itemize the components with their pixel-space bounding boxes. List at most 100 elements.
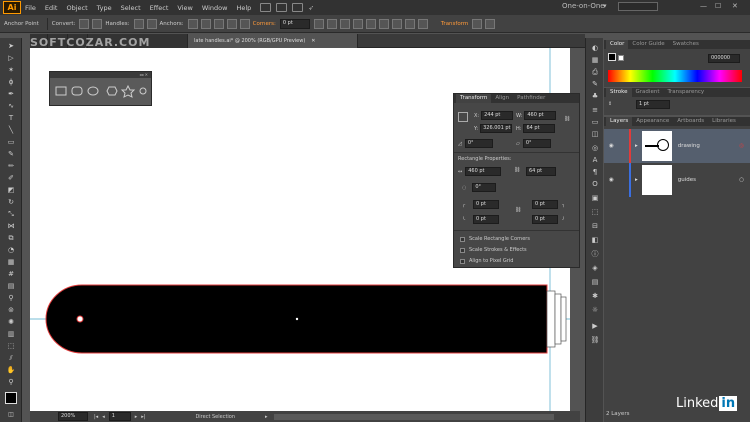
gradient-tool-icon[interactable]: ▤ xyxy=(5,282,17,291)
direct-selection-tool-icon[interactable]: ▷ xyxy=(5,54,17,63)
close-icon[interactable]: ✕ xyxy=(732,2,738,10)
menu-view[interactable]: View xyxy=(177,4,192,12)
rotate-tool-icon[interactable]: ↻ xyxy=(5,198,17,207)
workspace-dropdown-icon[interactable]: ▾ xyxy=(603,2,607,10)
tab-libraries[interactable]: Libraries xyxy=(708,117,740,126)
prev-artboard-icon[interactable]: ◂ xyxy=(102,414,105,420)
color-spectrum[interactable] xyxy=(608,70,742,82)
search-stock-input[interactable] xyxy=(618,2,658,11)
pen-tool-icon[interactable]: ✒ xyxy=(5,90,17,99)
curvature-tool-icon[interactable]: ∿ xyxy=(5,102,17,111)
remove-anchor-icon[interactable] xyxy=(187,18,198,29)
line-tool-icon[interactable]: ╲ xyxy=(5,126,17,135)
gradient-panel-icon[interactable]: ▭ xyxy=(590,118,600,127)
reference-point-icon[interactable] xyxy=(458,112,468,122)
graph-tool-icon[interactable]: ▥ xyxy=(5,330,17,339)
tab-swatches[interactable]: Swatches xyxy=(669,40,703,49)
corner-br-input[interactable]: 0 pt xyxy=(532,215,558,224)
distribute-space-icon[interactable] xyxy=(417,18,428,29)
distribute-icon[interactable] xyxy=(404,18,415,29)
status-menu-icon[interactable]: ▸ xyxy=(265,414,268,420)
appearance-panel-icon[interactable]: ◎ xyxy=(590,144,600,153)
lasso-icon[interactable]: ϕ xyxy=(5,78,17,87)
target-selection-icon[interactable]: ◎ xyxy=(739,143,744,149)
hand-tool-icon[interactable]: ✋ xyxy=(5,366,17,375)
layer-name[interactable]: guides xyxy=(678,177,696,183)
rect-link-icon[interactable]: ⛓ xyxy=(514,167,520,173)
paragraph-panel-icon[interactable]: ¶ xyxy=(590,168,600,177)
free-transform-icon[interactable]: ⧉ xyxy=(5,234,17,243)
blend-tool-icon[interactable]: ⊚ xyxy=(5,306,17,315)
panel-menu-icon[interactable] xyxy=(485,18,496,29)
flare-tool-icon[interactable] xyxy=(139,87,147,95)
hex-input[interactable]: 000000 xyxy=(708,54,740,63)
scale-corners-checkbox[interactable] xyxy=(460,236,465,242)
eraser-icon[interactable]: ◩ xyxy=(5,186,17,195)
paintbrush-icon[interactable]: ✎ xyxy=(5,150,17,159)
artboard-number-field[interactable]: 1 xyxy=(108,412,131,421)
cut-path-icon[interactable] xyxy=(213,18,224,29)
swatches-panel-icon[interactable]: ▦ xyxy=(590,56,600,65)
tab-transform[interactable]: Transform xyxy=(456,94,492,103)
w-input[interactable]: 460 pt xyxy=(524,111,557,120)
menu-help[interactable]: Help xyxy=(236,4,251,12)
layers-panel-icon[interactable]: ◈ xyxy=(590,264,600,273)
isolate-icon[interactable] xyxy=(226,18,237,29)
tab-gradient[interactable]: Gradient xyxy=(632,88,664,97)
rounded-rectangle-tool-icon[interactable] xyxy=(71,86,83,96)
blob-brush-icon[interactable]: ✐ xyxy=(5,174,17,183)
perspective-grid-icon[interactable]: ▦ xyxy=(5,258,17,267)
horizontal-scrollbar[interactable] xyxy=(273,413,554,420)
target-icon[interactable]: ○ xyxy=(739,177,744,183)
symbols-panel-icon[interactable]: ♣ xyxy=(590,92,600,101)
tab-layers[interactable]: Layers xyxy=(606,117,633,126)
opentype-panel-icon[interactable]: O xyxy=(590,180,600,189)
stroke-panel-icon[interactable]: ≡ xyxy=(590,106,600,115)
pencil-icon[interactable]: ✏ xyxy=(5,162,17,171)
rect-angle-input[interactable]: 0° xyxy=(472,183,497,192)
h-input[interactable]: 64 pt xyxy=(523,124,556,133)
align-bottom-icon[interactable] xyxy=(391,18,402,29)
magic-wand-icon[interactable]: ✶ xyxy=(5,66,17,75)
tab-color[interactable]: Color xyxy=(606,40,629,49)
align-icon[interactable] xyxy=(239,18,250,29)
info-panel-icon[interactable]: ⓘ xyxy=(590,250,600,259)
artboard-tool-icon[interactable]: ⬚ xyxy=(5,342,17,351)
pathfinder-panel-icon[interactable]: ◧ xyxy=(590,236,600,245)
brushes-panel-icon[interactable]: ✎ xyxy=(590,80,600,89)
align-panel-icon[interactable]: ⊟ xyxy=(590,222,600,231)
corner-tr-input[interactable]: 0 pt xyxy=(532,200,558,209)
align-top-icon[interactable] xyxy=(365,18,376,29)
rectangle-shape-tool-icon[interactable] xyxy=(55,86,67,96)
asset-export-icon[interactable]: ✱ xyxy=(590,292,600,301)
navigator-icon[interactable]: ☼ xyxy=(590,306,600,315)
doc-tab-active[interactable]: late handles.ai* @ 200% (RGB/GPU Preview… xyxy=(188,34,358,48)
draw-mode-icon[interactable]: ◫ xyxy=(5,410,17,419)
y-input[interactable]: 326.001 pt xyxy=(480,124,513,133)
slice-tool-icon[interactable]: ⫽ xyxy=(5,354,17,363)
first-artboard-icon[interactable]: |◂ xyxy=(94,414,98,420)
tab-color-guide[interactable]: Color Guide xyxy=(628,40,668,49)
workspace-switcher[interactable]: One-on-One xyxy=(562,2,605,10)
constrain-proportions-icon[interactable]: ⛓ xyxy=(564,116,570,122)
menu-file[interactable]: File xyxy=(25,4,36,12)
bridge-icon[interactable] xyxy=(260,3,272,12)
links-panel-icon[interactable]: ⛓ xyxy=(590,336,600,345)
expand-arrow-icon[interactable]: ▸ xyxy=(635,177,638,183)
print-icon[interactable]: ⎙ xyxy=(590,68,600,77)
arrange-documents-icon[interactable] xyxy=(292,3,304,12)
mesh-tool-icon[interactable]: # xyxy=(5,270,17,279)
expand-arrow-icon[interactable]: ▸ xyxy=(635,143,638,149)
transform-panel-icon[interactable]: ⬚ xyxy=(590,208,600,217)
character-panel-icon[interactable]: A xyxy=(590,156,600,165)
menu-effect[interactable]: Effect xyxy=(150,4,169,12)
convert-corner-icon[interactable] xyxy=(79,18,90,29)
artboards-panel-icon[interactable]: ▤ xyxy=(590,278,600,287)
rect-width-input[interactable]: 460 pt xyxy=(465,167,502,176)
hide-handles-icon[interactable] xyxy=(146,18,157,29)
corner-tl-input[interactable]: 0 pt xyxy=(473,200,500,209)
tab-pathfinder[interactable]: Pathfinder xyxy=(513,94,549,103)
arrange-icon[interactable] xyxy=(472,18,483,29)
eyedropper-icon[interactable]: ⚲ xyxy=(5,294,17,303)
tab-artboards[interactable]: Artboards xyxy=(673,117,708,126)
